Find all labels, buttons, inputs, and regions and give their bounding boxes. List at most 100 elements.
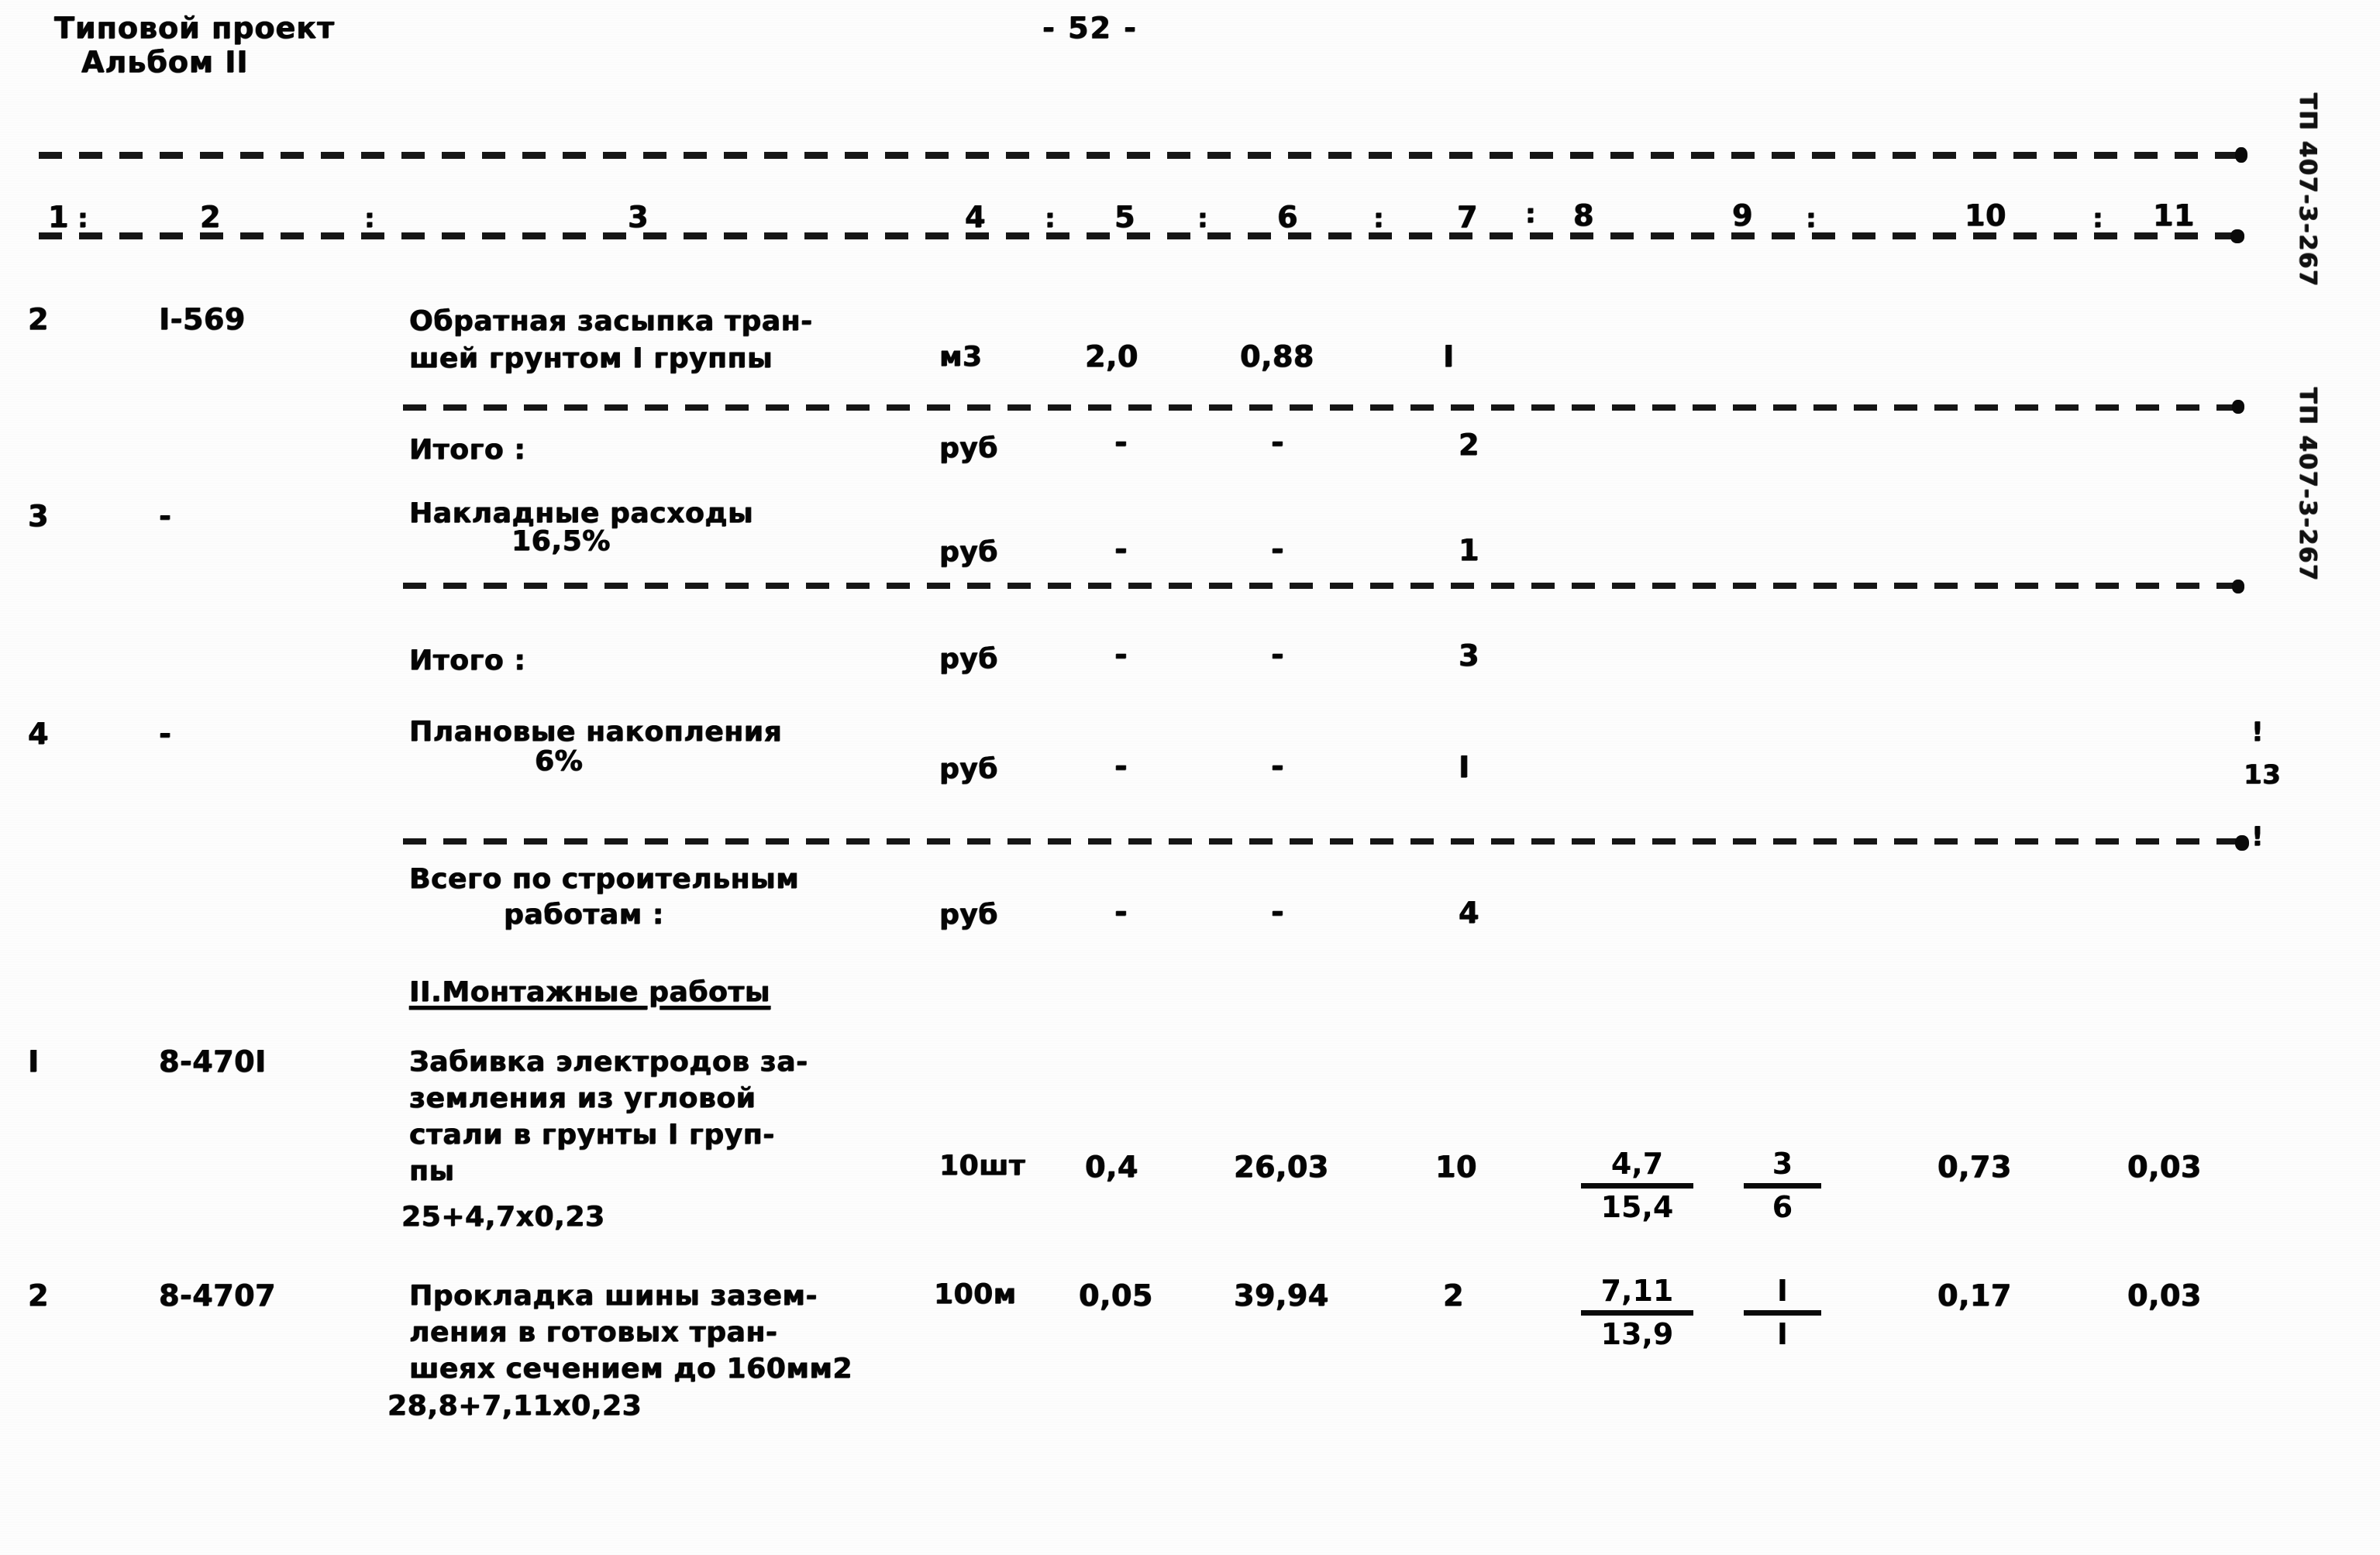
row-8-col8-fraction: 7,11 13,9 [1581,1274,1693,1351]
right-margin-mark-3: ! [2251,821,2265,852]
row-8-description-line-1: Прокладка шины зазем- [409,1280,818,1312]
header-album: Альбом II [81,45,249,79]
row-5-col7: I [1459,750,1470,784]
row-5-col5: - [1114,748,1128,784]
row-7-col8-numerator: 4,7 [1610,1147,1664,1181]
column-header-8: 8 [1573,198,1594,232]
row-6-description-line-2: работам : [504,899,664,931]
column-sep-7: : [1525,198,1537,229]
row-5-col6: - [1271,748,1285,784]
row-7-col8-fraction-bar [1581,1183,1693,1189]
scan-artifact-blotch-5 [2235,835,2249,851]
row-1-description-line-1: Обратная засыпка тран- [409,305,813,337]
scan-artifact-blotch-2 [2230,229,2244,243]
right-margin-stamp-top: ТП 407-3-267 [2294,93,2321,288]
row-1-bottom-border [403,404,2240,411]
row-8-col9-fraction: I I [1744,1274,1821,1351]
row-3-description-line-2: 16,5% [511,525,611,557]
row-8-formula: 28,8+7,11х0,23 [387,1390,642,1422]
column-header-7: 7 [1457,200,1478,234]
row-8-position: 2 [28,1278,49,1312]
row-8-col6: 39,94 [1234,1278,1329,1312]
row-8-col9-fraction-bar [1744,1310,1821,1316]
row-8-col11: 0,03 [2127,1278,2202,1312]
row-2-col5: - [1114,425,1128,460]
row-1-description-line-2: шей грунтом I группы [409,342,773,374]
row-2-description-line-1: Итого : [409,434,526,466]
row-8-col5: 0,05 [1079,1278,1153,1312]
row-3-unit: руб [939,536,998,568]
row-7-col8-fraction: 4,7 15,4 [1581,1147,1693,1224]
row-2-unit: руб [939,432,998,464]
column-sep-5: : [1197,203,1209,234]
row-3-bottom-border [403,583,2240,589]
row-1-col6: 0,88 [1240,339,1314,373]
column-header-bottom-border [39,232,2240,239]
row-6-col5: - [1114,894,1128,930]
row-4-unit: руб [939,643,998,675]
row-7-description-line-4: пы [409,1155,455,1187]
row-1-code: I-569 [159,302,246,336]
row-4-description-line-1: Итого : [409,645,526,676]
row-4-col5: - [1114,637,1128,673]
section-title-installation-works: II.Монтажные работы [409,976,771,1008]
row-7-col9-fraction: 3 6 [1744,1147,1821,1224]
row-6-unit: руб [939,899,998,931]
row-3-col5: - [1114,532,1128,567]
row-5-position: 4 [28,717,49,751]
row-7-description-line-3: стали в грунты I груп- [409,1119,775,1151]
scan-artifact-blotch-4 [2232,580,2244,593]
row-8-col8-denominator: 13,9 [1600,1317,1674,1351]
scan-artifact-blotch-3 [2232,400,2244,414]
row-7-code: 8-470I [159,1044,267,1079]
row-7-description-line-2: земления из угловой [409,1082,756,1114]
row-1-col5: 2,0 [1085,339,1138,373]
header-typical-project: Типовой проект [54,11,336,45]
right-margin-mark-2: 13 [2244,759,2282,790]
row-8-col8-numerator: 7,11 [1600,1274,1674,1308]
row-7-col11: 0,03 [2127,1150,2202,1184]
column-header-6: 6 [1277,200,1298,234]
column-sep-6: : [1373,203,1385,234]
row-8-col7: 2 [1443,1278,1464,1312]
row-8-col10: 0,17 [1937,1278,2012,1312]
row-5-unit: руб [939,753,998,785]
row-7-formula: 25+4,7х0,23 [401,1201,605,1233]
column-sep-9: : [1806,203,1817,234]
page-number: - 52 - [1042,11,1138,45]
row-7-col7: 10 [1435,1150,1477,1184]
row-1-position: 2 [28,302,49,336]
row-7-col5: 0,4 [1085,1150,1138,1184]
scanned-document-page: Типовой проект Альбом II - 52 - 1 : 2 : … [0,0,2380,1555]
column-header-9: 9 [1732,198,1753,232]
row-4-col6: - [1271,637,1285,673]
row-3-col7: 1 [1459,533,1479,567]
row-8-description-line-3: шеях сечением до 160мм2 [409,1353,853,1385]
column-header-3: 3 [628,200,649,234]
row-7-col8-denominator: 15,4 [1600,1190,1674,1224]
row-5-description-line-2: 6% [535,745,584,777]
row-1-col7: I [1443,339,1455,373]
row-7-description-line-1: Забивка электродов за- [409,1046,808,1078]
column-header-5: 5 [1114,200,1135,234]
scan-artifact-blotch-1 [2235,147,2247,163]
column-header-1: 1 [48,200,69,234]
row-8-description-line-2: ления в готовых тран- [409,1316,778,1348]
row-7-col10: 0,73 [1937,1150,2012,1184]
row-7-col9-fraction-bar [1744,1183,1821,1189]
row-3-code: - [159,499,172,533]
row-8-unit: 100м [934,1278,1017,1310]
row-4-col7: 3 [1459,638,1479,673]
right-margin-stamp-bottom: ТП 407-3-267 [2294,387,2321,583]
row-6-description-line-1: Всего по строительным [409,863,800,895]
row-6-col7: 4 [1459,896,1479,930]
row-2-col7: 2 [1459,428,1479,462]
column-header-2: 2 [200,200,221,234]
row-5-description-line-1: Плановые накопления [409,716,783,748]
row-1-unit: м3 [939,341,983,373]
row-5-bottom-border [403,838,2240,845]
row-7-unit: 10шт [939,1150,1026,1182]
row-7-position: I [28,1044,40,1079]
row-8-col9-denominator: I [1776,1317,1789,1351]
row-7-col9-numerator: 3 [1772,1147,1793,1181]
